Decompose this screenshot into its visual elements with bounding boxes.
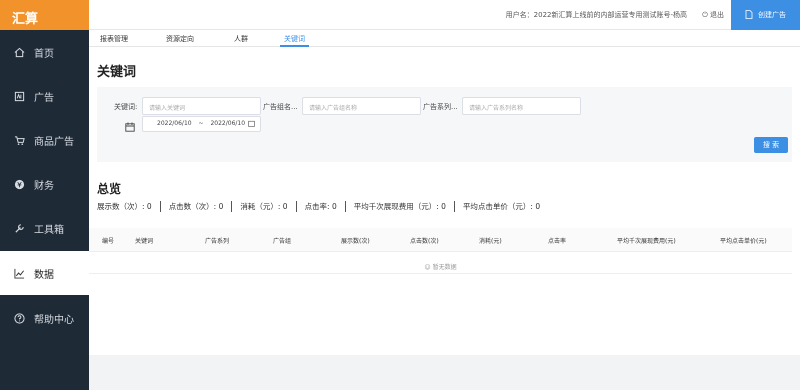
username-text: 用户名：2022新汇算上线前的内部运营专用测试账号-杨高 <box>505 11 687 19</box>
document-icon <box>745 9 753 21</box>
filter-panel: 关键词: 请输入关键词 广告组名... 请输入广告组名称 广告系列... 请输入… <box>97 87 792 162</box>
empty-state: ☺ 暂无数据 <box>89 252 792 274</box>
empty-icon: ☺ <box>424 264 431 271</box>
home-icon <box>12 47 26 58</box>
col-cost[interactable]: 消耗(元) <box>479 236 502 245</box>
nav-label: 广告 <box>34 92 54 104</box>
col-cpm[interactable]: 平均千次展现费用(元) <box>617 236 676 245</box>
keyword-input[interactable]: 请输入关键词 <box>142 97 261 115</box>
logout-icon: ⏻ <box>702 11 708 19</box>
nav-label: 商品广告 <box>34 136 74 148</box>
nav-label: 工具箱 <box>34 224 64 236</box>
date-separator: ~ <box>198 120 204 127</box>
logout-label: 退出 <box>710 11 724 19</box>
nav-item-product-ads[interactable]: 商品广告 <box>0 118 89 162</box>
help-icon <box>12 312 26 324</box>
adgroup-input[interactable]: 请输入广告组名称 <box>302 97 421 115</box>
stat-ctr: 点击率: 0 <box>295 201 345 212</box>
date-start: 2022/06/10 <box>157 120 192 127</box>
col-clicks[interactable]: 点击数(次) <box>410 236 439 245</box>
col-cpc[interactable]: 平均点击单价(元) <box>720 236 767 245</box>
cart-icon <box>12 135 26 146</box>
stat-cost: 消耗（元）: 0 <box>231 201 295 212</box>
create-ad-button[interactable]: 创建广告 <box>731 0 800 30</box>
date-range-picker[interactable]: 2022/06/10 ~ 2022/06/10 <box>142 116 261 132</box>
finance-icon <box>12 179 26 190</box>
nav-item-home[interactable]: 首页 <box>0 30 89 74</box>
main-content: 关键词 关键词: 请输入关键词 广告组名... 请输入广告组名称 广告系列...… <box>89 47 800 355</box>
chart-icon <box>12 268 26 279</box>
top-bar: 用户名：2022新汇算上线前的内部运营专用测试账号-杨高 ⏻ 退出 创建广告 <box>89 0 800 30</box>
col-adgroup[interactable]: 广告组 <box>273 236 291 245</box>
adgroup-label: 广告组名... <box>263 103 298 111</box>
ad-icon <box>12 91 26 102</box>
col-impressions[interactable]: 展示数(次) <box>341 236 370 245</box>
tab-bar: 报表管理 资源定向 人群 关键词 <box>89 30 800 47</box>
stat-cpm: 平均千次展现费用（元）: 0 <box>344 201 454 212</box>
nav-item-finance[interactable]: 财务 <box>0 162 89 206</box>
nav-label: 首页 <box>34 48 54 60</box>
series-input[interactable]: 请输入广告系列名称 <box>462 97 581 115</box>
stat-clicks: 点击数（次）: 0 <box>159 201 232 212</box>
nav-item-toolbox[interactable]: 工具箱 <box>0 206 89 250</box>
wrench-icon <box>12 223 26 234</box>
col-series[interactable]: 广告系列 <box>205 236 229 245</box>
date-end: 2022/06/10 <box>210 120 246 127</box>
search-button[interactable]: 搜 索 <box>754 137 788 153</box>
logout-link[interactable]: ⏻ 退出 <box>702 10 724 20</box>
tab-audience[interactable]: 人群 <box>234 34 248 44</box>
sidebar: 汇算 首页 广告 商品广告 财务 工具箱 数据 帮助中心 <box>0 0 89 390</box>
summary-title: 总览 <box>97 182 122 196</box>
brand-logo: 汇算 <box>0 0 89 30</box>
nav-item-data[interactable]: 数据 <box>0 251 89 295</box>
tab-report-management[interactable]: 报表管理 <box>100 34 128 44</box>
stat-impressions: 展示数（次）: 0 <box>97 202 152 211</box>
series-label: 广告系列... <box>423 103 458 111</box>
tab-resource-targeting[interactable]: 资源定向 <box>166 34 194 44</box>
nav-item-ads[interactable]: 广告 <box>0 74 89 118</box>
stat-cpc: 平均点击单价（元）: 0 <box>453 201 548 212</box>
col-ctr[interactable]: 点击率 <box>548 236 566 245</box>
col-keyword[interactable]: 关键词 <box>135 236 153 245</box>
nav-label: 帮助中心 <box>34 314 74 326</box>
page-title: 关键词 <box>97 65 137 80</box>
calendar-small-icon <box>248 120 255 129</box>
create-ad-label: 创建广告 <box>758 11 786 19</box>
table-header: 编号 关键词 广告系列 广告组 展示数(次) 点击数(次) 消耗(元) 点击率 … <box>89 228 792 252</box>
tab-keywords[interactable]: 关键词 <box>280 34 309 47</box>
stats-row: 展示数（次）: 0 点击数（次）: 0 消耗（元）: 0 点击率: 0 平均千次… <box>97 201 548 212</box>
keyword-label: 关键词: <box>114 103 138 111</box>
empty-text: 暂无数据 <box>432 264 457 271</box>
nav-item-help[interactable]: 帮助中心 <box>0 296 89 340</box>
calendar-icon <box>125 122 135 134</box>
nav-label: 财务 <box>34 180 54 192</box>
col-id[interactable]: 编号 <box>102 236 114 245</box>
nav-label: 数据 <box>34 269 54 281</box>
